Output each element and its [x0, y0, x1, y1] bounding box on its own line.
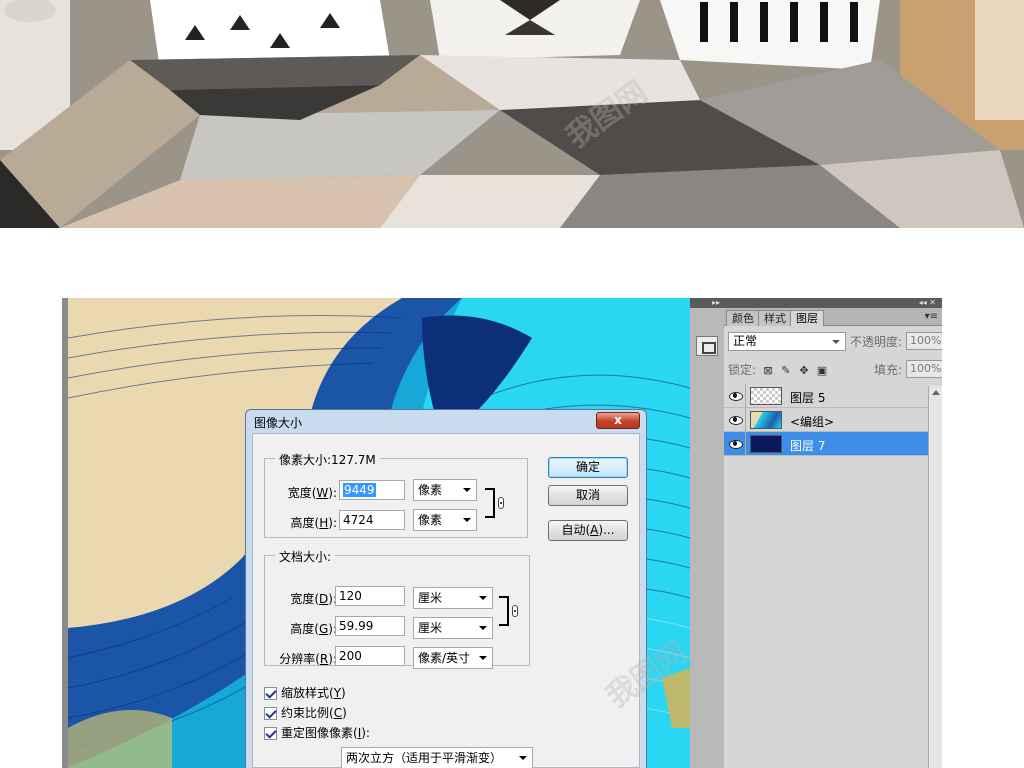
dialog-body: 像素大小:127.7M 宽度(W): 9449 像素 高度(H): 4724 像… [252, 433, 640, 768]
navigator-icon[interactable] [696, 336, 718, 356]
pixel-width-unit-select[interactable]: 像素 [413, 479, 477, 501]
lock-move-icon[interactable]: ✥ [798, 365, 810, 377]
lock-label: 锁定: [728, 363, 757, 377]
constrain-proportions-label: 约束比例(C) [281, 706, 347, 720]
checkbox-checked-icon[interactable] [264, 707, 277, 720]
doc-width-input[interactable]: 120 [335, 586, 405, 606]
layer-row-5[interactable]: 图层 5 [724, 384, 942, 408]
doc-height-unit-select[interactable]: 厘米 [413, 617, 493, 639]
doc-width-unit-select[interactable]: 厘米 [413, 587, 493, 609]
pixel-width-label: 宽度(W): [287, 486, 337, 500]
layers-panel: ▸▸ ◂◂ ✕ 颜色 样式 图层 ▾≡ 正常 不透明度: 100% 锁定: ⊠ … [690, 298, 942, 768]
layer-row-group[interactable]: <编组> [724, 408, 942, 432]
scale-styles-label: 缩放样式(Y) [281, 686, 346, 700]
dialog-title: 图像大小 [254, 416, 303, 430]
tab-layers[interactable]: 图层 [790, 310, 824, 326]
constrain-bracket [485, 488, 495, 518]
opacity-input[interactable]: 100% [906, 332, 942, 350]
eye-visibility-icon[interactable] [724, 408, 746, 432]
lock-brush-icon[interactable]: ✎ [780, 365, 792, 377]
fill-label: 填充: [874, 363, 903, 377]
layer-thumbnail [750, 387, 782, 405]
layer-name: 图层 7 [790, 439, 826, 453]
pixel-height-label: 高度(H): [290, 516, 337, 530]
pixel-dimensions-title: 像素大小:127.7M [275, 451, 380, 468]
resample-method-select[interactable]: 两次立方（适用于平滑渐变） [341, 747, 533, 768]
layer-thumbnail [750, 435, 782, 453]
auto-button[interactable]: 自动(A)... [548, 520, 628, 541]
chain-link-icon [498, 497, 504, 509]
panel-header-bar: ▸▸ ◂◂ ✕ [690, 298, 942, 308]
close-button[interactable]: x [596, 412, 640, 429]
cancel-button[interactable]: 取消 [548, 485, 628, 506]
layers-panel-main: 颜色 样式 图层 ▾≡ 正常 不透明度: 100% 锁定: ⊠ ✎ ✥ ▣ 填充… [724, 308, 942, 768]
opacity-label: 不透明度: [850, 335, 903, 349]
collapse-right-close-icon[interactable]: ◂◂ ✕ [919, 298, 936, 307]
checkbox-checked-icon[interactable] [264, 687, 277, 700]
doc-constrain-bracket [499, 596, 509, 626]
lock-all-icon[interactable]: ▣ [816, 365, 828, 377]
collapse-left-icon[interactable]: ▸▸ [712, 298, 720, 307]
checkbox-checked-icon[interactable] [264, 727, 277, 740]
doc-height-label: 高度(G): [290, 622, 337, 636]
photoshop-screenshot: 图像大小 x 像素大小:127.7M 宽度(W): 9449 像素 高度(H):… [62, 298, 942, 768]
ok-button[interactable]: 确定 [548, 457, 628, 478]
tab-color[interactable]: 颜色 [726, 310, 760, 326]
resample-image-label: 重定图像像素(I): [281, 726, 370, 740]
layers-list: 图层 5 <编组> 图层 7 [724, 384, 942, 768]
panel-dock-strip [690, 308, 724, 768]
dialog-titlebar[interactable]: 图像大小 x [246, 410, 646, 432]
resolution-unit-select[interactable]: 像素/英寸 [413, 647, 493, 669]
tab-styles[interactable]: 样式 [758, 310, 792, 326]
resolution-label: 分辨率(R): [279, 652, 337, 666]
image-size-dialog: 图像大小 x 像素大小:127.7M 宽度(W): 9449 像素 高度(H):… [245, 409, 647, 768]
panel-menu-icon[interactable]: ▾≡ [925, 311, 938, 322]
layer-name: 图层 5 [790, 391, 826, 405]
document-size-title: 文档大小: [275, 548, 336, 565]
pixel-height-input[interactable]: 4724 [339, 510, 405, 530]
layer-thumbnail [750, 411, 782, 429]
doc-chain-link-icon [512, 605, 518, 617]
resolution-input[interactable]: 200 [335, 646, 405, 666]
layer-row-7[interactable]: 图层 7 [724, 432, 942, 456]
layers-scrollbar[interactable] [928, 386, 942, 768]
bedroom-photo [0, 0, 1024, 228]
eye-visibility-icon[interactable] [724, 432, 746, 456]
eye-visibility-icon[interactable] [724, 384, 746, 408]
lock-transparency-icon[interactable]: ⊠ [762, 365, 774, 377]
panel-tabs: 颜色 样式 图层 ▾≡ [724, 308, 942, 326]
doc-height-input[interactable]: 59.99 [335, 616, 405, 636]
pixel-height-unit-select[interactable]: 像素 [413, 509, 477, 531]
fill-input[interactable]: 100% [906, 360, 942, 378]
pixel-width-input[interactable]: 9449 [339, 480, 405, 500]
layer-name: <编组> [790, 415, 835, 429]
doc-width-label: 宽度(D): [290, 592, 337, 606]
blend-mode-select[interactable]: 正常 [728, 332, 846, 351]
